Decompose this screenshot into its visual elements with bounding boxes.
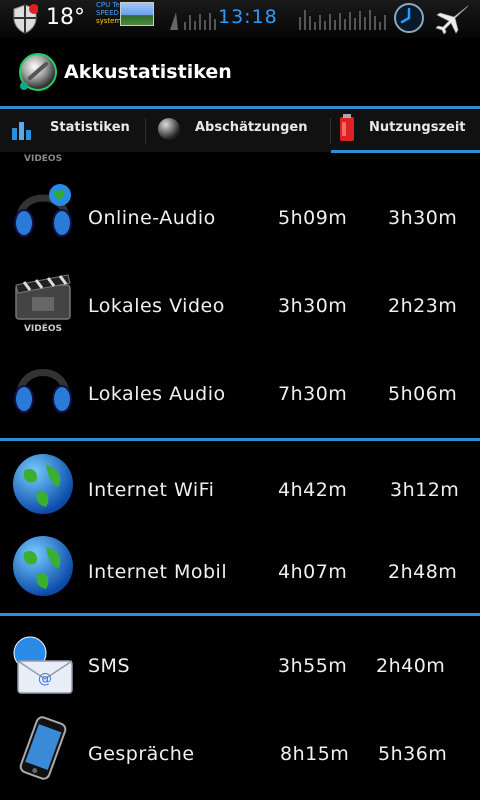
signal-tick — [339, 13, 341, 30]
battery-can-icon — [340, 114, 354, 141]
row-label: Internet Mobil — [88, 561, 228, 583]
row-value-2: 2h40m — [376, 655, 446, 677]
list-item-online-audio[interactable]: Online-Audio 5h09m 3h30m — [0, 179, 480, 259]
signal-tick — [384, 15, 386, 30]
airplane-icon[interactable] — [434, 3, 470, 35]
signal-tick — [364, 17, 366, 30]
list-item-internet-mobil[interactable]: Internet Mobil 4h07m 2h48m — [0, 533, 480, 613]
tab-bar: Statistiken Abschätzungen Nutzungszeit — [0, 110, 480, 153]
row-label: Lokales Audio — [88, 383, 226, 405]
list-item-gespraeche[interactable]: Gespräche 8h15m 5h36m — [0, 715, 480, 795]
row-value-2: 5h36m — [378, 743, 448, 765]
row-value-1: 4h42m — [278, 479, 348, 501]
signal-tick — [369, 10, 371, 30]
tab-nutzungszeit[interactable]: Nutzungszeit — [331, 110, 480, 153]
signal-tick — [204, 20, 206, 30]
signal-tick — [349, 12, 351, 30]
signal-tick — [379, 22, 381, 30]
tab-label-statistiken: Statistiken — [50, 120, 130, 135]
row-value-2: 2h23m — [388, 295, 458, 317]
videos-sub-label: VIDÉOS — [24, 322, 62, 333]
signal-tick — [359, 11, 361, 30]
signal-tick — [314, 22, 316, 30]
row-value-2: 3h30m — [388, 207, 458, 229]
row-value-1: 8h15m — [280, 743, 350, 765]
signal-bars-decoration — [170, 10, 386, 30]
signal-tick — [334, 20, 336, 30]
list-item-lokales-audio[interactable]: Lokales Audio 7h30m 5h06m — [0, 355, 480, 435]
signal-tick — [184, 22, 186, 30]
row-label: Lokales Video — [88, 295, 225, 317]
usage-list: VIDEOS Online-Audio 5h09m 3h30m VIDÉOS L… — [0, 153, 480, 800]
row-value-2: 3h12m — [390, 479, 460, 501]
list-item-lokales-video[interactable]: VIDÉOS Lokales Video 3h30m 2h23m — [0, 267, 480, 347]
clock-time: 13:18 — [218, 6, 278, 28]
row-value-1: 4h07m — [278, 561, 348, 583]
shield-icon[interactable] — [12, 4, 38, 34]
row-value-1: 3h55m — [278, 655, 348, 677]
signal-tick — [319, 15, 321, 30]
row-label: Internet WiFi — [88, 479, 215, 501]
film-clapper-icon: VIDÉOS — [15, 274, 71, 333]
section-divider — [0, 613, 480, 616]
signal-tick — [214, 19, 216, 30]
status-bar: 18° CPU Temp SPEED system-sensor 13:18 — [0, 0, 480, 39]
row-value-2: 5h06m — [388, 383, 458, 405]
tab-abschaetzungen[interactable]: Abschätzungen — [146, 110, 330, 150]
section-divider — [0, 438, 480, 441]
signal-tick — [324, 21, 326, 30]
tab-label-nutzungszeit: Nutzungszeit — [369, 120, 466, 135]
signal-tick — [374, 16, 376, 30]
headphones-globe-icon — [14, 184, 72, 237]
list-item-internet-wifi[interactable]: Internet WiFi 4h42m 3h12m — [0, 451, 480, 531]
notification-thumbnail[interactable] — [120, 2, 154, 26]
signal-tick — [194, 21, 196, 30]
signal-tick — [309, 16, 311, 30]
battery-disc-icon[interactable] — [18, 52, 58, 92]
temperature-text: 18° — [46, 5, 85, 30]
row-label: Online-Audio — [88, 207, 216, 229]
page-title: Akkustatistiken — [64, 61, 232, 83]
signal-tick — [344, 19, 346, 30]
sphere-icon — [158, 118, 180, 140]
signal-tick — [189, 15, 191, 30]
row-label: Gespräche — [88, 743, 195, 765]
globe-icon — [13, 454, 73, 514]
headphones-icon — [14, 369, 72, 413]
row-value-1: 5h09m — [278, 207, 348, 229]
phone-icon — [19, 716, 67, 780]
signal-tick — [299, 17, 301, 30]
svg-text:@: @ — [38, 671, 52, 687]
signal-tick — [329, 14, 331, 30]
app-header: Akkustatistiken — [0, 38, 480, 108]
signal-tick — [199, 14, 201, 30]
bar-chart-icon — [12, 122, 31, 140]
row-label: SMS — [88, 655, 131, 677]
partial-videos-label: VIDEOS — [24, 154, 63, 164]
globe-icon — [13, 536, 73, 596]
tab-label-abschaetzungen: Abschätzungen — [195, 120, 308, 135]
signal-tick — [209, 13, 211, 30]
tab-statistiken[interactable]: Statistiken — [0, 110, 145, 150]
clock-icon[interactable] — [393, 2, 425, 34]
email-envelope-icon: @ — [13, 636, 73, 694]
row-value-1: 3h30m — [278, 295, 348, 317]
header-divider — [0, 106, 480, 109]
list-item-sms[interactable]: @ SMS 3h55m 2h40m — [0, 627, 480, 707]
signal-tick — [354, 18, 356, 30]
row-value-1: 7h30m — [278, 383, 348, 405]
row-value-2: 2h48m — [388, 561, 458, 583]
signal-tick — [304, 10, 306, 30]
